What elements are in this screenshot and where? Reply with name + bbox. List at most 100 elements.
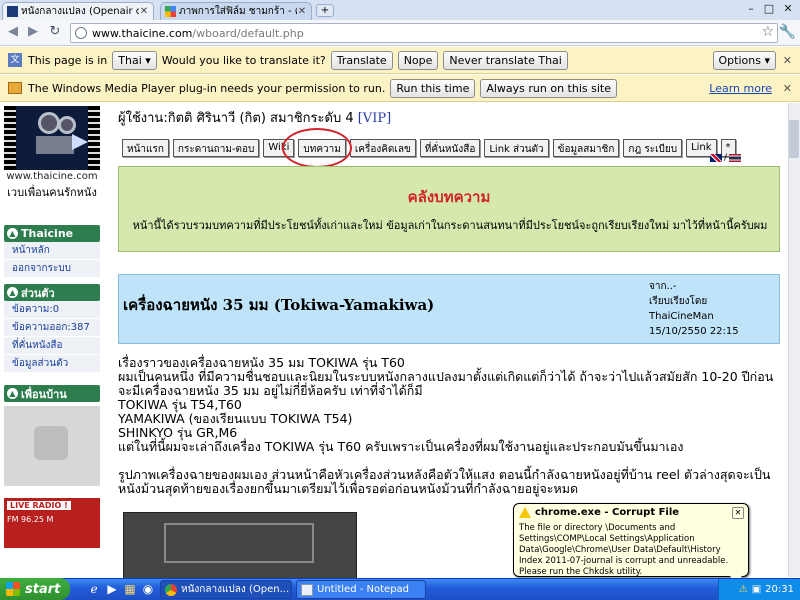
- articles-banner: คลังบทความ หน้านี้ได้รวบรวมบทความที่มีปร…: [118, 166, 780, 252]
- article-author: ThaiCineMan: [649, 311, 714, 322]
- site-logo[interactable]: [4, 106, 100, 170]
- clock: 20:31: [765, 584, 794, 595]
- uk-flag-icon[interactable]: [710, 154, 722, 162]
- task-label: หนังกลางแปลง (Open...: [181, 584, 290, 595]
- learn-more-link[interactable]: Learn more: [709, 82, 772, 95]
- chrome-icon: [165, 583, 177, 596]
- back-icon[interactable]: ◀: [4, 23, 22, 41]
- bookmark-star-icon[interactable]: ☆: [761, 24, 774, 40]
- sidebar-item-logout[interactable]: ออกจากระบบ: [4, 260, 100, 278]
- vip-badge: [VIP]: [357, 111, 392, 126]
- close-icon[interactable]: ✕: [783, 54, 792, 67]
- never-translate-button[interactable]: Never translate Thai: [443, 50, 568, 70]
- article-paragraph: YAMAKIWA (ของเรียนแบบ TOKIWA T54): [118, 411, 353, 426]
- puzzle-icon: [34, 426, 68, 460]
- corrupt-file-balloon[interactable]: chrome.exe - Corrupt File ✕ The file or …: [513, 503, 749, 577]
- sidebar-section-personal: ▲ ส่วนตัว: [4, 284, 100, 301]
- article-title[interactable]: เครื่องฉายหนัง 35 มม (Tokiwa-Yamakiwa): [123, 293, 434, 317]
- ie-quicklaunch-icon[interactable]: ℯ: [86, 581, 102, 597]
- thaicine-favicon-icon: [7, 6, 18, 17]
- nav-rules[interactable]: กฎ ระเบียบ: [623, 139, 683, 157]
- sidebar-item-profile[interactable]: ข้อมูลส่วนตัว: [4, 355, 100, 373]
- arrow-up-icon: ▲: [7, 388, 18, 399]
- chrome-quicklaunch-icon[interactable]: ◉: [140, 581, 156, 597]
- warning-icon: [519, 507, 531, 518]
- minimize-icon[interactable]: –: [744, 3, 758, 16]
- start-label: start: [25, 581, 61, 597]
- dialog-title-row: chrome.exe - Corrupt File: [519, 507, 743, 518]
- user-info: ผู้ใช้งาน:กิตติ ศิรินาวี (กิต) สมาชิกระด…: [118, 111, 354, 126]
- nav-qa-board[interactable]: กระดานถาม-ตอบ: [172, 139, 260, 157]
- user-status-line: ผู้ใช้งาน:กิตติ ศิรินาวี (กิต) สมาชิกระด…: [118, 107, 391, 128]
- thai-flag-icon[interactable]: [729, 154, 742, 162]
- article-meta: จาก..- เรียบเรียงโดย ThaiCineMan 15/10/2…: [649, 279, 739, 339]
- banner-description: หน้านี้ได้รวบรวมบทความที่มีประโยชน์ทั้งเ…: [132, 219, 768, 232]
- wrench-icon[interactable]: 🔧: [779, 24, 796, 40]
- system-tray: ⚠ ▣ 20:31: [718, 579, 800, 600]
- sidebar-item-bookmarks[interactable]: ที่คั่นหนังสือ: [4, 337, 100, 355]
- url-path: /wboard/default.php: [192, 26, 304, 40]
- article-source: จาก..-: [649, 281, 677, 292]
- translate-prefix: This page is in: [28, 53, 108, 67]
- network-tray-icon[interactable]: ▣: [752, 584, 761, 595]
- sidebar-section-neighbors: ▲ เพื่อนบ้าน: [4, 385, 100, 402]
- task-notepad[interactable]: Untitled - Notepad: [296, 580, 426, 599]
- reload-icon[interactable]: ↻: [46, 23, 64, 41]
- language-flags: /: [710, 153, 742, 163]
- close-window-icon[interactable]: ✕: [781, 3, 795, 16]
- article-paragraph: เรื่องราวของเครื่องฉายหนัง 35 มม TOKIWA …: [118, 355, 405, 370]
- dialog-title: chrome.exe - Corrupt File: [535, 507, 680, 518]
- arrow-up-icon: ▲: [7, 228, 18, 239]
- warning-tray-icon[interactable]: ⚠: [739, 584, 748, 595]
- language-select[interactable]: Thai ▾: [112, 50, 157, 70]
- article-paragraph: TOKIWA รุ่น T54,T60: [118, 397, 242, 412]
- folder-quicklaunch-icon[interactable]: ▦: [122, 581, 138, 597]
- tab-openair-cinema[interactable]: หนังกลางแปลง (Openair cinema) ✕: [2, 2, 154, 20]
- media-quicklaunch-icon[interactable]: ▶: [104, 581, 120, 597]
- run-this-time-button[interactable]: Run this time: [390, 78, 476, 98]
- nav-member-info[interactable]: ข้อมูลสมาชิก: [552, 139, 620, 157]
- new-tab-button[interactable]: +: [316, 4, 334, 17]
- nav-home[interactable]: หน้าแรก: [122, 139, 169, 157]
- translate-question: Would you like to translate it?: [161, 53, 326, 67]
- start-button[interactable]: start: [0, 578, 70, 600]
- translate-infobar: 文 This page is in Thai ▾ Would you like …: [0, 47, 800, 74]
- sidebar-item-outbox[interactable]: ข้อความออก:387: [4, 319, 100, 337]
- close-icon[interactable]: ✕: [783, 82, 792, 95]
- section-title: Thaicine: [21, 227, 74, 240]
- nope-button[interactable]: Nope: [397, 50, 439, 70]
- missing-plugin-placeholder: [4, 406, 100, 486]
- task-label: Untitled - Notepad: [317, 584, 410, 595]
- notepad-icon: [301, 583, 313, 596]
- tab-close-icon[interactable]: ✕: [139, 6, 149, 17]
- dialog-message: The file or directory \Documents and Set…: [519, 523, 729, 577]
- sidebar-item-home[interactable]: หน้าหลัก: [4, 242, 100, 260]
- nav-calculator[interactable]: เครื่องคิดเลข: [349, 139, 416, 157]
- tab-close-icon[interactable]: ✕: [297, 6, 307, 17]
- article-header: เครื่องฉายหนัง 35 มม (Tokiwa-Yamakiwa) จ…: [118, 274, 780, 344]
- article-body: เรื่องราวของเครื่องฉายหนัง 35 มม TOKIWA …: [118, 356, 782, 496]
- site-nav: หน้าแรก กระดานถาม-ตอบ Wiki บทความ เครื่อ…: [122, 139, 736, 159]
- translate-button[interactable]: Translate: [330, 50, 393, 70]
- banner-title: คลังบทความ: [407, 188, 491, 206]
- address-bar[interactable]: www.thaicine.com /wboard/default.php: [70, 23, 778, 43]
- scrollbar-thumb[interactable]: [789, 120, 799, 158]
- nav-bookmarks[interactable]: ที่คั่นหนังสือ: [419, 139, 481, 157]
- always-run-button[interactable]: Always run on this site: [480, 78, 617, 98]
- radio-banner[interactable]: LIVE RADIO ! FM 96.25 M: [4, 498, 100, 548]
- maximize-icon[interactable]: □: [762, 3, 776, 16]
- options-label: Options: [718, 53, 761, 67]
- task-chrome[interactable]: หนังกลางแปลง (Open...: [160, 580, 292, 599]
- nav-personal-links[interactable]: Link ส่วนตัว: [484, 139, 549, 157]
- article-paragraph: ผมเป็นคนหนึ่ง ที่มีความชื่นชอบและนิยมในร…: [118, 369, 774, 398]
- live-radio-label: LIVE RADIO !: [7, 501, 71, 510]
- sidebar-item-inbox[interactable]: ข้อความ:0: [4, 301, 100, 319]
- close-icon[interactable]: ✕: [732, 507, 744, 519]
- red-highlight-circle: [282, 128, 352, 168]
- forward-icon[interactable]: ▶: [24, 23, 42, 41]
- vertical-scrollbar[interactable]: [788, 103, 800, 577]
- options-button[interactable]: Options ▾: [712, 50, 776, 70]
- article-paragraph: SHINKYO รุ่น GR,M6: [118, 425, 238, 440]
- tab-image-search[interactable]: ภาพการใส่ฟิล์ม ชามกร้า - ค้นห ✕: [160, 2, 312, 20]
- tab-title: ภาพการใส่ฟิล์ม ชามกร้า - ค้นห: [179, 6, 297, 17]
